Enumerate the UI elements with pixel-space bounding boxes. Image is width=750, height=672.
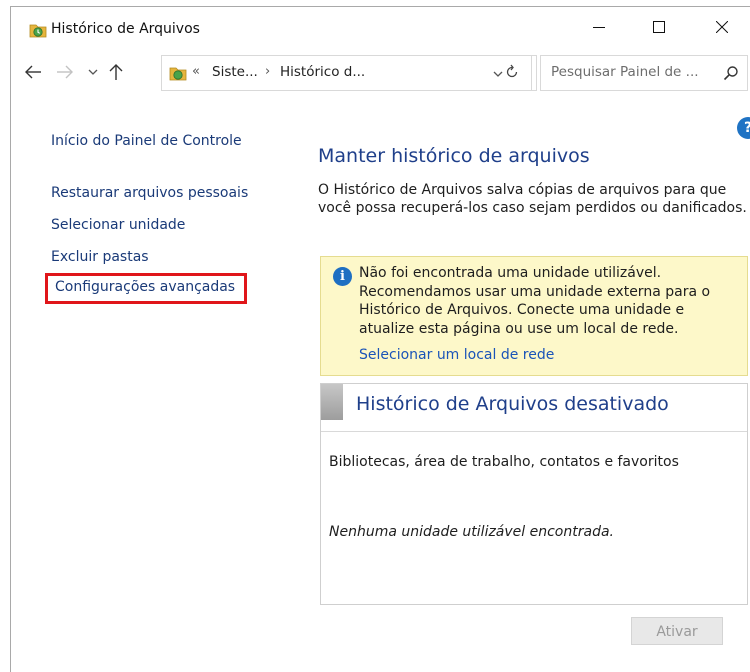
help-icon[interactable]: ? <box>737 117 750 139</box>
refresh-icon <box>506 64 518 78</box>
up-arrow-icon[interactable] <box>107 63 125 81</box>
status-indicator <box>321 384 343 420</box>
nav-link-restore-personal-files[interactable]: Restaurar arquivos pessoais <box>51 185 248 201</box>
navigation-bar: « Siste... › Histórico d... Pesquisar Pa… <box>11 55 750 91</box>
status-libraries-text: Bibliotecas, área de trabalho, contatos … <box>329 454 679 470</box>
close-button[interactable] <box>699 7 745 47</box>
minimize-button[interactable] <box>576 7 622 47</box>
status-title: Histórico de Arquivos desativado <box>356 393 669 415</box>
activate-button[interactable]: Ativar <box>631 617 723 645</box>
file-history-icon <box>29 24 47 38</box>
breadcrumb-separator[interactable]: › <box>265 64 270 79</box>
breadcrumb-file-history[interactable]: Histórico d... <box>280 64 365 80</box>
title-bar[interactable]: Histórico de Arquivos <box>11 7 750 47</box>
status-drive-text: Nenhuma unidade utilizável encontrada. <box>329 524 614 540</box>
nav-link-control-panel-home[interactable]: Início do Painel de Controle <box>51 133 242 149</box>
back-arrow-icon[interactable] <box>24 63 42 81</box>
select-network-location-link[interactable]: Selecionar um local de rede <box>359 347 554 363</box>
address-bar[interactable]: « Siste... › Histórico d... <box>161 55 537 91</box>
address-overflow[interactable]: « <box>192 64 200 79</box>
search-placeholder: Pesquisar Painel de ... <box>551 64 699 80</box>
forward-arrow-icon[interactable] <box>56 63 74 81</box>
nav-link-select-drive[interactable]: Selecionar unidade <box>51 217 185 233</box>
maximize-button[interactable] <box>636 7 682 47</box>
status-panel: Histórico de Arquivos desativado Bibliot… <box>320 383 748 605</box>
maximize-icon <box>653 21 665 33</box>
recent-locations-chevron-icon[interactable] <box>87 65 99 79</box>
breadcrumb-system[interactable]: Siste... <box>212 64 258 80</box>
file-history-window: Histórico de Arquivos « Siste... › Histó… <box>10 6 750 672</box>
nav-link-exclude-folders[interactable]: Excluir pastas <box>51 249 149 265</box>
status-divider <box>321 431 747 432</box>
window-title: Histórico de Arquivos <box>51 21 200 37</box>
search-input[interactable]: Pesquisar Painel de ... <box>540 55 748 91</box>
search-icon[interactable] <box>723 65 739 81</box>
info-message: Não foi encontrada uma unidade utilizáve… <box>359 265 711 337</box>
control-panel-icon <box>169 67 187 81</box>
refresh-button[interactable] <box>495 55 532 91</box>
minimize-icon <box>593 27 605 28</box>
page-description: O Histórico de Arquivos salva cópias de … <box>318 182 747 216</box>
page-title: Manter histórico de arquivos <box>318 145 590 167</box>
info-icon: i <box>333 267 352 286</box>
close-icon <box>716 21 728 33</box>
red-highlight-box <box>45 273 247 304</box>
info-banner: i Não foi encontrada uma unidade utilizá… <box>320 256 748 376</box>
